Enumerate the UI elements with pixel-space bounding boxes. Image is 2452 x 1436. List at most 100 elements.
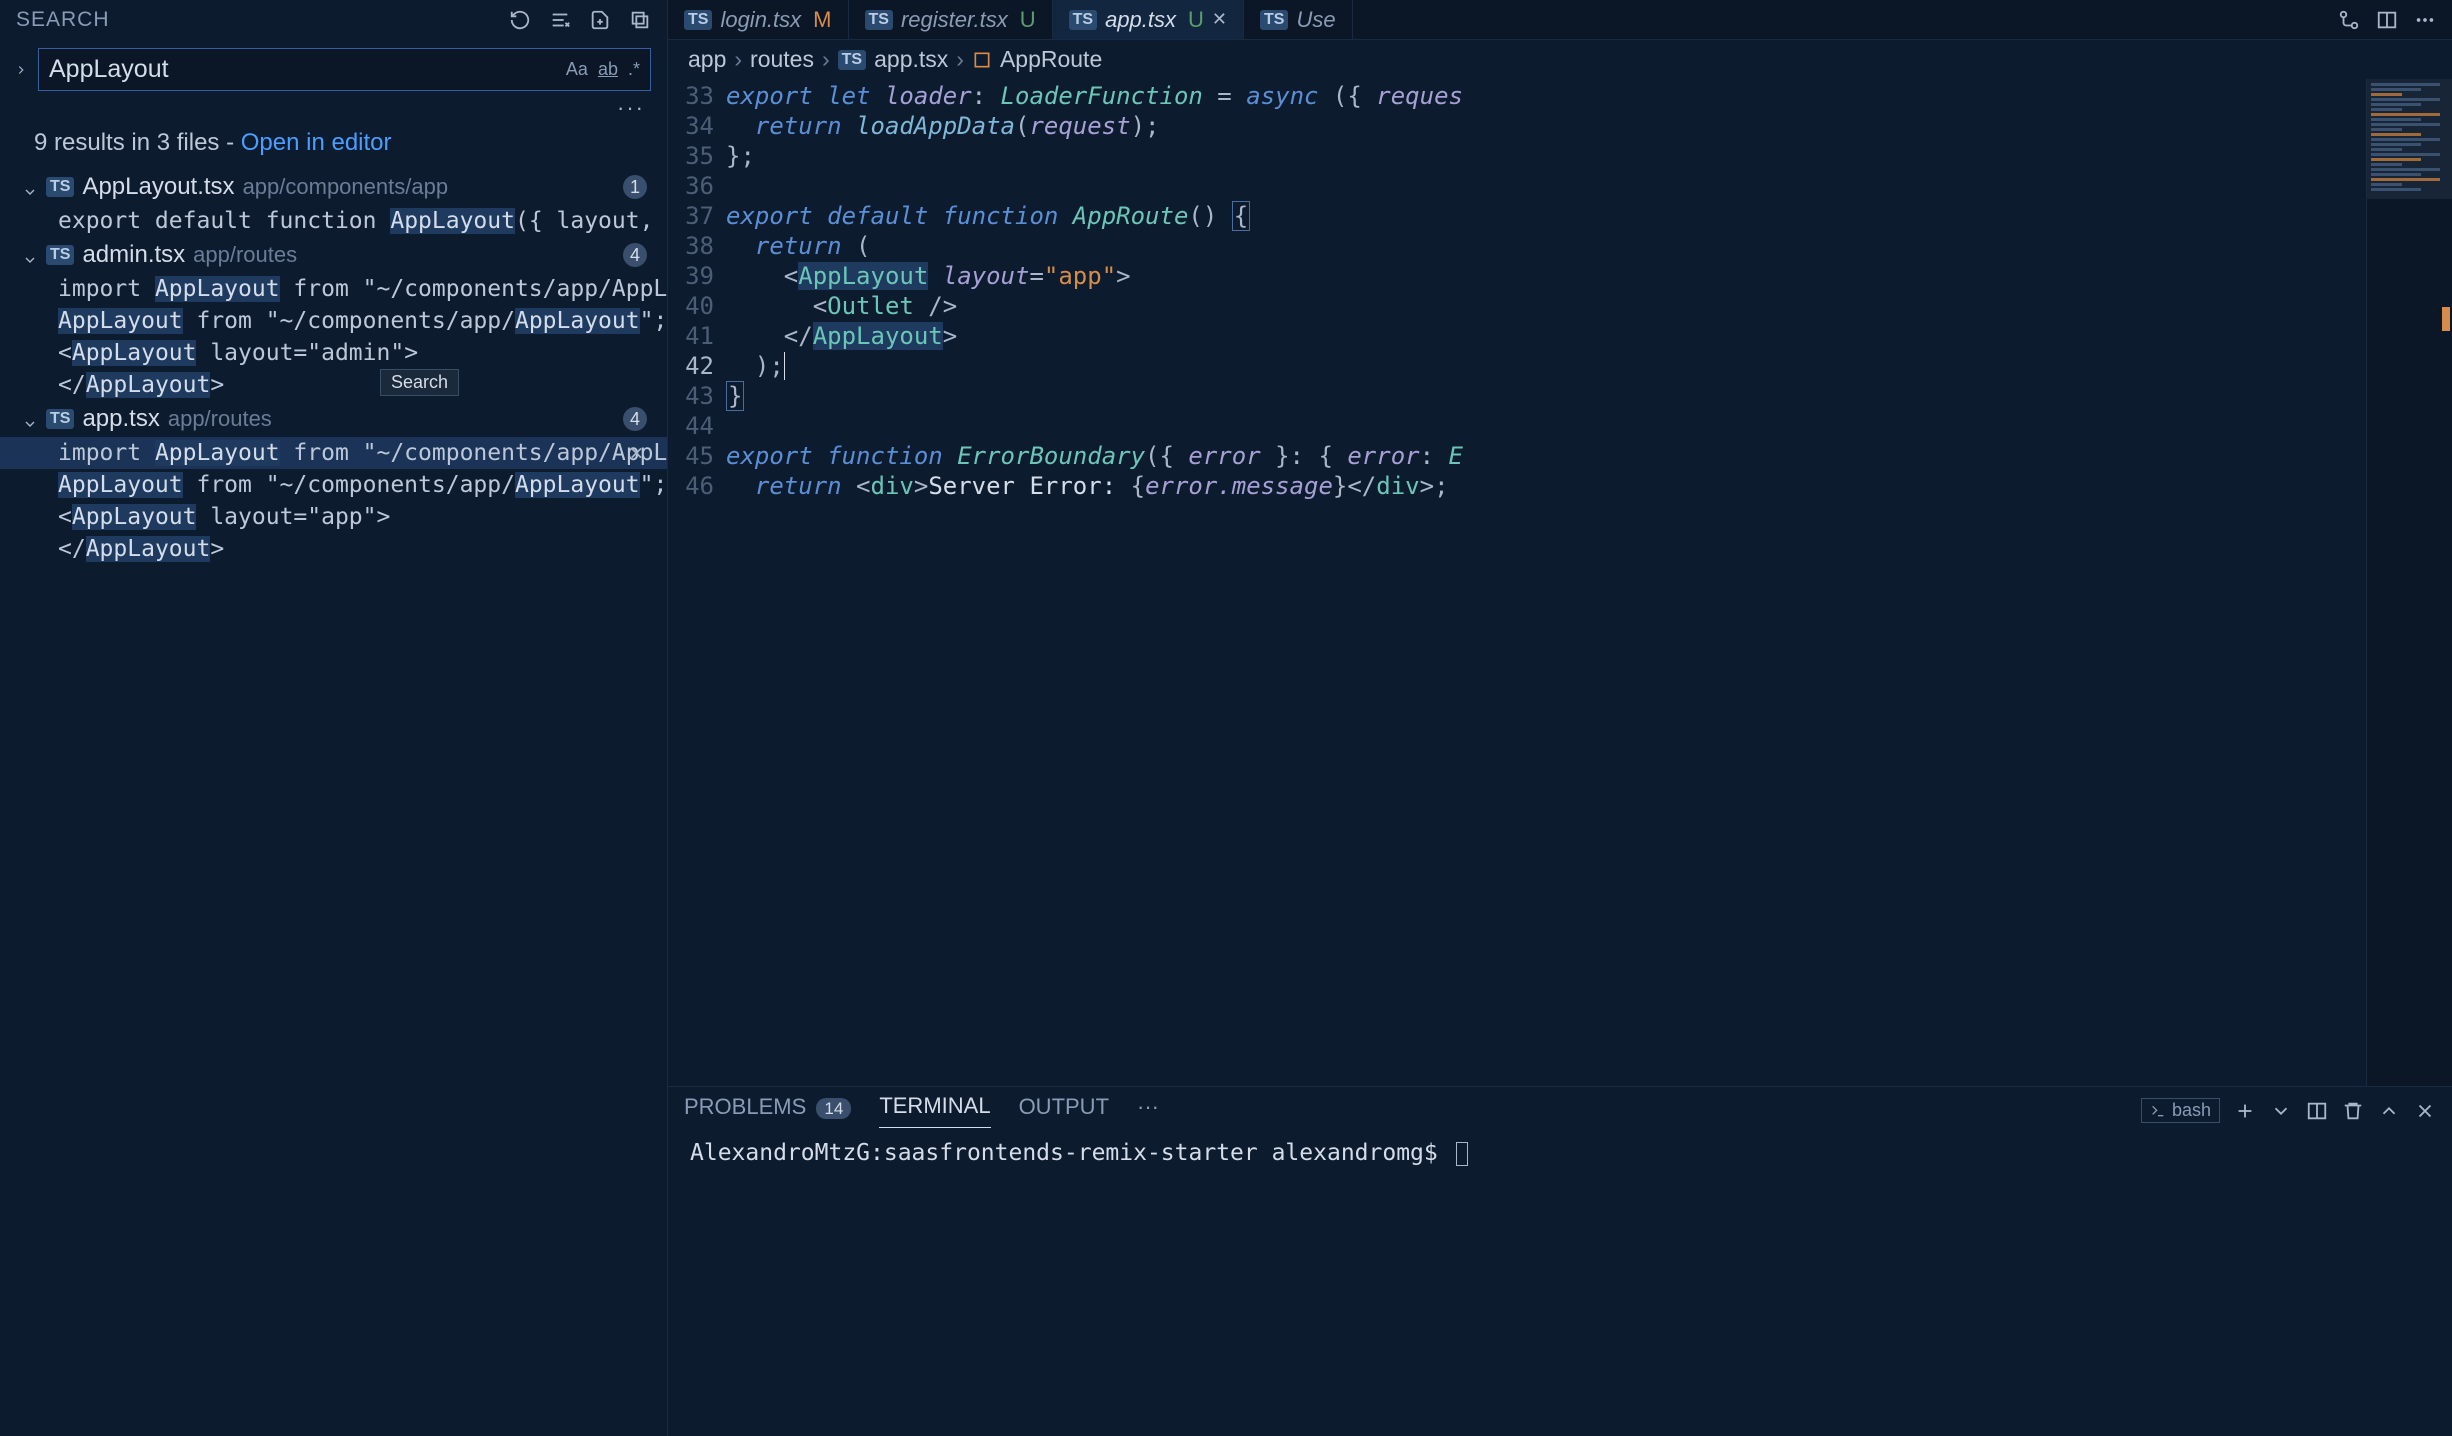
result-file-row[interactable]: TS admin.tsx app/routes 4 bbox=[0, 237, 667, 273]
results-summary: 9 results in 3 files - Open in editor bbox=[0, 123, 667, 169]
panel-tab-more-icon[interactable]: ··· bbox=[1137, 1094, 1159, 1128]
ts-badge: TS bbox=[684, 10, 712, 30]
breadcrumb-symbol[interactable]: AppRoute bbox=[1000, 46, 1102, 73]
dismiss-match-icon[interactable]: ✕ bbox=[630, 441, 643, 466]
tab-truncated[interactable]: TS Use bbox=[1244, 0, 1353, 39]
split-terminal-icon[interactable] bbox=[2306, 1100, 2328, 1122]
maximize-panel-icon[interactable] bbox=[2378, 1100, 2400, 1122]
terminal-dropdown-icon[interactable] bbox=[2270, 1100, 2292, 1122]
panel-tabs: PROBLEMS 14 TERMINAL OUTPUT ··· bash bbox=[668, 1087, 2452, 1128]
search-sidebar: SEARCH Aa ab .* ··· 9 results in 3 files… bbox=[0, 0, 668, 1436]
split-editor-icon[interactable] bbox=[2376, 9, 2398, 31]
search-options: Aa ab .* bbox=[566, 59, 640, 80]
tab-register[interactable]: TS register.tsx U bbox=[849, 0, 1053, 39]
more-actions-icon[interactable] bbox=[2414, 9, 2436, 31]
overview-ruler bbox=[2438, 79, 2452, 1086]
panel-tab-problems[interactable]: PROBLEMS 14 bbox=[684, 1094, 851, 1128]
breadcrumb-segment[interactable]: app bbox=[688, 46, 726, 73]
match-case-toggle[interactable]: Aa bbox=[566, 59, 588, 80]
search-more-toggle[interactable]: ··· bbox=[0, 95, 667, 123]
results-tree: Search TS AppLayout.tsx app/components/a… bbox=[0, 169, 667, 1436]
match-row[interactable]: import AppLayout from "~/components/app/… bbox=[0, 273, 667, 305]
tabs-right-actions bbox=[2338, 9, 2452, 31]
ts-badge: TS bbox=[46, 409, 74, 429]
ts-badge: TS bbox=[46, 177, 74, 197]
breadcrumb-segment[interactable]: routes bbox=[750, 46, 814, 73]
regex-toggle[interactable]: .* bbox=[628, 59, 640, 80]
compare-changes-icon[interactable] bbox=[2338, 9, 2360, 31]
whole-word-toggle[interactable]: ab bbox=[598, 59, 618, 80]
editor-tabs: TS login.tsx M TS register.tsx U TS app.… bbox=[668, 0, 2452, 40]
match-row[interactable]: import AppLayout from "~/components/app/… bbox=[0, 437, 667, 469]
chevron-down-icon bbox=[22, 179, 38, 195]
results-count-text: 9 results in 3 files - bbox=[34, 129, 241, 156]
refresh-icon[interactable] bbox=[509, 9, 531, 31]
minimap-lines bbox=[2371, 83, 2448, 193]
file-path: app/components/app bbox=[243, 174, 449, 200]
tab-label: register.tsx bbox=[901, 7, 1008, 33]
terminal-cursor bbox=[1456, 1142, 1468, 1166]
clear-results-icon[interactable] bbox=[549, 9, 571, 31]
tab-status: U bbox=[1188, 7, 1204, 33]
match-count-badge: 4 bbox=[623, 407, 647, 431]
breadcrumb-sep: › bbox=[734, 46, 742, 73]
new-terminal-icon[interactable] bbox=[2234, 1100, 2256, 1122]
result-file-row[interactable]: TS app.tsx app/routes 4 bbox=[0, 401, 667, 437]
code-content[interactable]: export let loader: LoaderFunction = asyn… bbox=[726, 79, 2366, 1086]
new-file-icon[interactable] bbox=[589, 9, 611, 31]
match-row[interactable]: AppLayout from "~/components/app/AppLayo… bbox=[0, 469, 667, 501]
terminal-body[interactable]: AlexandroMtzG:saasfrontends-remix-starte… bbox=[668, 1128, 2452, 1436]
open-in-editor-link[interactable]: Open in editor bbox=[241, 129, 392, 156]
panel-actions: bash bbox=[2141, 1098, 2436, 1123]
chevron-down-icon bbox=[22, 411, 38, 427]
breadcrumb-sep: › bbox=[822, 46, 830, 73]
editor-area[interactable]: 33 34 35 36 37 38 39 40 41 42 43 44 45 4… bbox=[668, 79, 2452, 1086]
match-row[interactable]: <AppLayout layout="admin"> bbox=[0, 337, 667, 369]
search-input[interactable] bbox=[49, 55, 566, 84]
result-file-row[interactable]: TS AppLayout.tsx app/components/app 1 bbox=[0, 169, 667, 205]
line-gutter: 33 34 35 36 37 38 39 40 41 42 43 44 45 4… bbox=[668, 79, 726, 1086]
tab-label: login.tsx bbox=[720, 7, 801, 33]
file-path: app/routes bbox=[193, 242, 297, 268]
breadcrumb-segment[interactable]: app.tsx bbox=[874, 46, 948, 73]
tab-app[interactable]: TS app.tsx U ✕ bbox=[1053, 0, 1244, 39]
tooltip: Search bbox=[380, 369, 459, 396]
sidebar-header: SEARCH bbox=[0, 0, 667, 40]
match-row[interactable]: </AppLayout> bbox=[0, 369, 667, 401]
collapse-all-icon[interactable] bbox=[629, 9, 651, 31]
breadcrumb-sep: › bbox=[956, 46, 964, 73]
match-count-badge: 1 bbox=[623, 175, 647, 199]
search-input-wrap: Aa ab .* bbox=[38, 48, 651, 91]
close-panel-icon[interactable] bbox=[2414, 1100, 2436, 1122]
ts-badge: TS bbox=[46, 245, 74, 265]
tab-status: U bbox=[1020, 7, 1036, 33]
panel-tab-terminal[interactable]: TERMINAL bbox=[879, 1093, 990, 1128]
panel-tab-output[interactable]: OUTPUT bbox=[1019, 1094, 1109, 1128]
ts-badge: TS bbox=[838, 50, 866, 70]
terminal-prompt: AlexandroMtzG:saasfrontends-remix-starte… bbox=[690, 1140, 1438, 1166]
search-row: Aa ab .* bbox=[0, 40, 667, 95]
match-row[interactable]: <AppLayout layout="app"> bbox=[0, 501, 667, 533]
file-name: AppLayout.tsx bbox=[82, 173, 234, 201]
match-row[interactable]: AppLayout from "~/components/app/AppLayo… bbox=[0, 305, 667, 337]
file-name: app.tsx bbox=[82, 405, 159, 433]
file-path: app/routes bbox=[168, 406, 272, 432]
match-row[interactable]: export default function AppLayout({ layo… bbox=[0, 205, 667, 237]
sidebar-actions bbox=[509, 9, 651, 31]
ts-badge: TS bbox=[1069, 10, 1097, 30]
chevron-down-icon bbox=[22, 247, 38, 263]
editor-main: TS login.tsx M TS register.tsx U TS app.… bbox=[668, 0, 2452, 1436]
problems-count-badge: 14 bbox=[816, 1098, 851, 1119]
file-name: admin.tsx bbox=[82, 241, 185, 269]
sidebar-title: SEARCH bbox=[16, 8, 509, 32]
bottom-panel: PROBLEMS 14 TERMINAL OUTPUT ··· bash Ale… bbox=[668, 1086, 2452, 1436]
close-tab-icon[interactable]: ✕ bbox=[1212, 9, 1227, 30]
kill-terminal-icon[interactable] bbox=[2342, 1100, 2364, 1122]
breadcrumb[interactable]: app › routes › TS app.tsx › AppRoute bbox=[668, 40, 2452, 79]
tab-status: M bbox=[813, 7, 831, 33]
shell-indicator[interactable]: bash bbox=[2141, 1098, 2220, 1123]
ts-badge: TS bbox=[865, 10, 893, 30]
toggle-replace-chevron-icon[interactable] bbox=[12, 56, 30, 84]
tab-login[interactable]: TS login.tsx M bbox=[668, 0, 849, 39]
match-row[interactable]: </AppLayout> bbox=[0, 533, 667, 565]
